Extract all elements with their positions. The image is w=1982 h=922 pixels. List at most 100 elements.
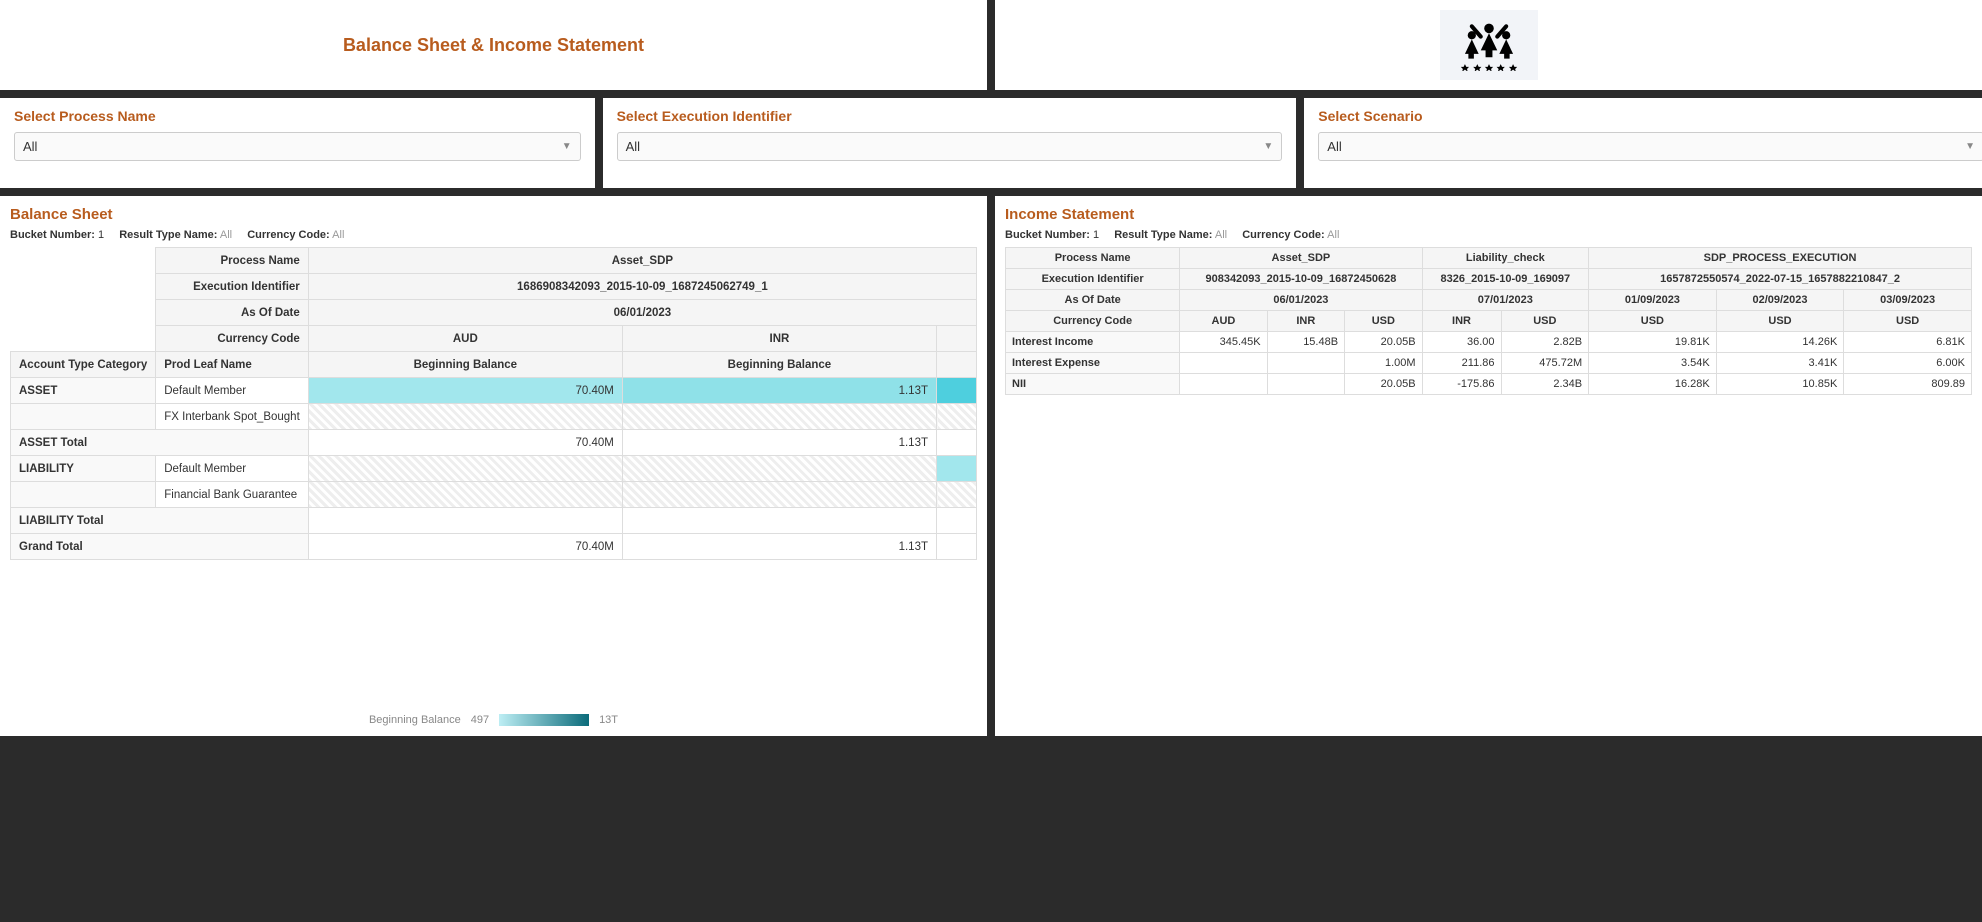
filter-process-select[interactable]: All ▼ [14, 132, 581, 161]
balance-sheet-panel: Balance Sheet Bucket Number: 1 Result Ty… [0, 196, 987, 736]
is-result-val: All [1215, 229, 1227, 241]
cell-val: 1.00M [1345, 353, 1422, 374]
balance-sheet-title: Balance Sheet [10, 206, 977, 223]
is-col-d1[interactable]: 06/01/2023 [1180, 290, 1422, 311]
table-row[interactable]: NII 20.05B -175.86 2.34B 16.28K 10.85K 8… [1006, 374, 1972, 395]
filter-scenario-label: Select Scenario [1318, 108, 1982, 124]
cell-grand-total: Grand Total [11, 534, 309, 560]
is-col-c7[interactable]: USD [1716, 311, 1844, 332]
is-col-c8[interactable]: USD [1844, 311, 1972, 332]
is-col-process[interactable]: Process Name [1006, 248, 1180, 269]
is-col-c1[interactable]: AUD [1180, 311, 1267, 332]
is-col-p3[interactable]: SDP_PROCESS_EXECUTION [1589, 248, 1972, 269]
cell-val: 20.05B [1345, 332, 1422, 353]
filter-scenario-select[interactable]: All ▼ [1318, 132, 1982, 161]
cell-val: 6.00K [1844, 353, 1972, 374]
filter-row: Select Process Name All ▼ Select Executi… [0, 98, 1982, 188]
filter-execution-value: All [626, 139, 640, 154]
table-row[interactable]: Interest Expense 1.00M 211.86 475.72M 3.… [1006, 353, 1972, 374]
header-right [995, 0, 1982, 90]
chevron-down-icon: ▼ [562, 141, 572, 152]
is-col-d3[interactable]: 01/09/2023 [1589, 290, 1717, 311]
income-statement-title: Income Statement [1005, 206, 1972, 223]
cell-leaf: Default Member [156, 456, 309, 482]
cell-cat-total: LIABILITY Total [11, 508, 309, 534]
balance-sheet-table: Process Name Asset_SDP Execution Identif… [10, 247, 977, 560]
is-col-asof[interactable]: As Of Date [1006, 290, 1180, 311]
cell-cat: ASSET [11, 378, 156, 404]
is-col-d5[interactable]: 03/09/2023 [1844, 290, 1972, 311]
is-col-curr[interactable]: Currency Code [1006, 311, 1180, 332]
cell-val: 1.13T [622, 378, 936, 404]
table-row: As Of Date 06/01/2023 [11, 300, 977, 326]
col-begbal-1[interactable]: Beginning Balance [308, 352, 622, 378]
col-currcode[interactable]: Currency Code [156, 326, 309, 352]
col-curr-aud[interactable]: AUD [308, 326, 622, 352]
col-asof-val[interactable]: 06/01/2023 [308, 300, 976, 326]
income-statement-panel: Income Statement Bucket Number: 1 Result… [995, 196, 1982, 736]
filter-process: Select Process Name All ▼ [0, 98, 595, 188]
cell-val: 36.00 [1422, 332, 1501, 353]
filter-process-label: Select Process Name [14, 108, 581, 124]
cell-val: 10.85K [1716, 374, 1844, 395]
table-row[interactable]: ASSET Default Member 70.40M 1.13T [11, 378, 977, 404]
is-row-label: Interest Income [1006, 332, 1180, 353]
table-row[interactable]: Grand Total 70.40M 1.13T [11, 534, 977, 560]
table-row: Process Name Asset_SDP [11, 248, 977, 274]
balance-sheet-legend: Beginning Balance 497 13T [0, 714, 987, 726]
table-row[interactable]: LIABILITY Default Member [11, 456, 977, 482]
col-process-name[interactable]: Process Name [156, 248, 309, 274]
col-begbal-2[interactable]: Beginning Balance [622, 352, 936, 378]
is-col-e1[interactable]: 908342093_2015-10-09_16872450628 [1180, 269, 1422, 290]
table-row[interactable]: ASSET Total 70.40M 1.13T [11, 430, 977, 456]
is-col-c6[interactable]: USD [1589, 311, 1717, 332]
is-col-p1[interactable]: Asset_SDP [1180, 248, 1422, 269]
cell-val: 16.28K [1589, 374, 1717, 395]
col-asof[interactable]: As Of Date [156, 300, 309, 326]
is-col-d4[interactable]: 02/09/2023 [1716, 290, 1844, 311]
filter-execution: Select Execution Identifier All ▼ [603, 98, 1297, 188]
is-col-d2[interactable]: 07/01/2023 [1422, 290, 1589, 311]
bs-result-label: Result Type Name: [119, 229, 217, 241]
table-row: Currency Code AUD INR [11, 326, 977, 352]
is-col-e3[interactable]: 1657872550574_2022-07-15_1657882210847_2 [1589, 269, 1972, 290]
col-exec-id[interactable]: Execution Identifier [156, 274, 309, 300]
filter-execution-label: Select Execution Identifier [617, 108, 1283, 124]
col-curr-inr[interactable]: INR [622, 326, 936, 352]
is-col-e2[interactable]: 8326_2015-10-09_169097 [1422, 269, 1589, 290]
is-col-c4[interactable]: INR [1422, 311, 1501, 332]
table-row[interactable]: Interest Income 345.45K 15.48B 20.05B 36… [1006, 332, 1972, 353]
table-row: Currency Code AUD INR USD INR USD USD US… [1006, 311, 1972, 332]
is-col-exec[interactable]: Execution Identifier [1006, 269, 1180, 290]
col-acct-cat[interactable]: Account Type Category [11, 352, 156, 378]
is-col-c3[interactable]: USD [1345, 311, 1422, 332]
is-row-label: NII [1006, 374, 1180, 395]
table-row[interactable]: LIABILITY Total [11, 508, 977, 534]
bs-bucket-val: 1 [98, 229, 104, 241]
cell-val: 1.13T [622, 430, 936, 456]
cell-val: 345.45K [1180, 332, 1267, 353]
balance-sheet-meta: Bucket Number: 1 Result Type Name: All C… [10, 229, 977, 241]
cell-cat [11, 404, 156, 430]
filter-execution-select[interactable]: All ▼ [617, 132, 1283, 161]
cell-val: 2.82B [1501, 332, 1589, 353]
table-row[interactable]: FX Interbank Spot_Bought [11, 404, 977, 430]
is-curr-label: Currency Code: [1242, 229, 1325, 241]
col-prod-leaf[interactable]: Prod Leaf Name [156, 352, 309, 378]
cell-cat [11, 482, 156, 508]
page-title: Balance Sheet & Income Statement [343, 35, 644, 56]
is-col-c5[interactable]: USD [1501, 311, 1589, 332]
cell-val: 20.05B [1345, 374, 1422, 395]
col-process-val[interactable]: Asset_SDP [308, 248, 976, 274]
bs-curr-val: All [332, 229, 344, 241]
cell-val: 809.89 [1844, 374, 1972, 395]
bs-curr-label: Currency Code: [247, 229, 330, 241]
is-col-c2[interactable]: INR [1267, 311, 1344, 332]
chevron-down-icon: ▼ [1263, 141, 1273, 152]
col-exec-val[interactable]: 1686908342093_2015-10-09_1687245062749_1 [308, 274, 976, 300]
is-bucket-val: 1 [1093, 229, 1099, 241]
is-col-p2[interactable]: Liability_check [1422, 248, 1589, 269]
bs-bucket-label: Bucket Number: [10, 229, 95, 241]
table-row[interactable]: Financial Bank Guarantee [11, 482, 977, 508]
cell-val: 3.54K [1589, 353, 1717, 374]
